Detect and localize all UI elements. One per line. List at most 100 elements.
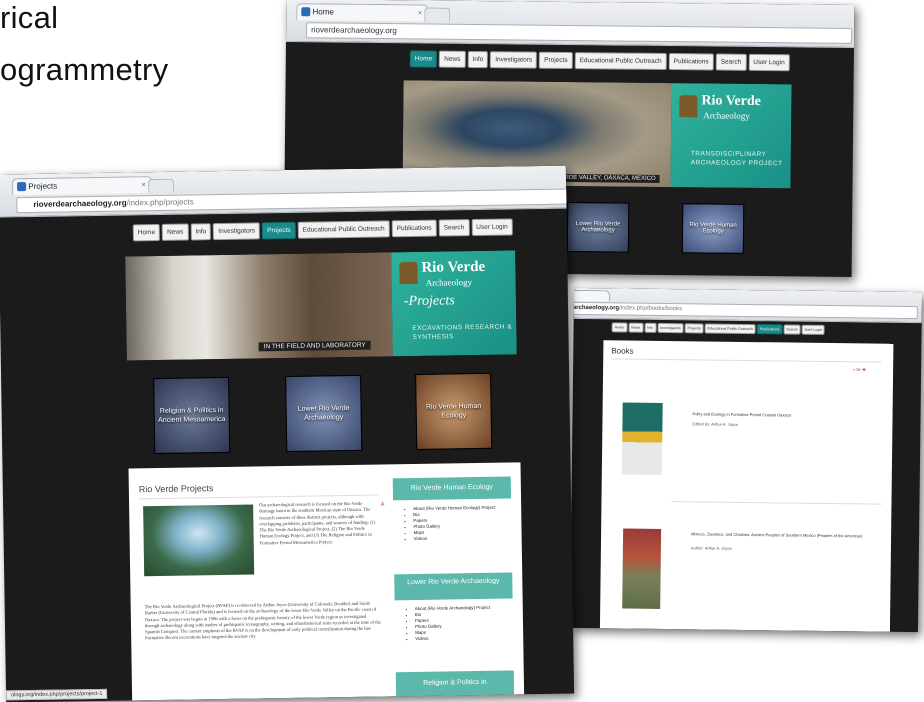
favicon-icon [17, 182, 27, 192]
logo-panel: Rio Verde Archaeology TRANSDISCIPLINARY … [670, 83, 792, 189]
address-bar[interactable]: rioverdearchaeology.org [306, 22, 853, 44]
logo-title: Rio Verde [701, 93, 761, 110]
nav-news[interactable]: News [439, 50, 466, 68]
print-email-icons[interactable]: ▪ ✉ ✚ [853, 367, 866, 373]
nav-info[interactable]: Info [467, 50, 489, 69]
hero-banner: Rio Verde Archaeology -Projects EXCAVATI… [125, 250, 517, 361]
rvap-paragraph: The Rio Verde Archaeological Project (RV… [144, 600, 381, 641]
tab-home[interactable]: Home × [296, 3, 429, 22]
browser-window-books: archaeology.org/index.php/books/books Ho… [569, 287, 923, 633]
slide-text-line-1: rical [0, 0, 59, 35]
book-cover-2[interactable] [622, 528, 662, 609]
main-nav: Home News Info Investigators Projects Ed… [132, 218, 513, 242]
banner-caption: VERDE VALLEY, OAXACA, MEXICO [552, 173, 660, 183]
book-divider [671, 501, 882, 505]
banner-tagline: TRANSDISCIPLINARY ARCHAEOLOGY PROJECT [690, 150, 783, 168]
logo-icon [399, 261, 418, 285]
page-title: Books [611, 346, 634, 356]
tab-title: Home [312, 7, 334, 17]
nav-investigators[interactable]: Investigators [490, 51, 538, 69]
browser-chrome: Projects × rioverdearchaeology.org/index… [0, 165, 575, 218]
thumb-label: Lower Rio Verde Archaeology [575, 221, 621, 234]
nav-user-login[interactable]: User Login [801, 324, 826, 335]
logo-panel: Rio Verde Archaeology -Projects EXCAVATI… [391, 250, 517, 357]
nav-user-login[interactable]: User Login [471, 218, 513, 237]
nav-publications[interactable]: Publications [756, 324, 783, 335]
thumb-lower-rio-verde[interactable]: Lower Rio Verde Archaeology [285, 374, 363, 452]
book-author-1: Edited by: Arthur A. Joyce [692, 421, 739, 427]
nav-search[interactable]: Search [715, 53, 747, 71]
print-icon[interactable]: ▲ [379, 500, 386, 507]
logo-icon [679, 95, 698, 118]
title-divider [611, 358, 882, 363]
logo-subtitle: Archaeology [425, 277, 473, 288]
sidebar-lower-rio-verde-list: About (Rio Verde Archaeology) Project Bi… [405, 604, 524, 642]
book-cover-1[interactable] [621, 402, 663, 475]
sidebar-human-ecology-list: About (Rio Verde Human Ecology) Project … [403, 504, 522, 542]
project-photo [143, 504, 255, 577]
nav-home[interactable]: Home [409, 50, 438, 68]
books-content: Books ▪ ✉ ✚ Polity and Ecology in Format… [599, 340, 894, 632]
tab-title: Projects [28, 181, 58, 192]
favicon-icon [301, 7, 311, 17]
nav-outreach[interactable]: Educational Public Outreach [704, 323, 756, 335]
nav-info[interactable]: Info [644, 322, 657, 333]
tab-books[interactable] [569, 289, 611, 302]
nav-outreach[interactable]: Educational Public Outreach [574, 52, 667, 71]
logo-subtitle: Archaeology [703, 110, 750, 121]
nav-search[interactable]: Search [783, 324, 801, 335]
new-tab-button[interactable] [424, 7, 451, 22]
nav-search[interactable]: Search [438, 219, 470, 237]
banner-tagline: EXCAVATIONS RESEARCH & SYNTHESIS [412, 323, 513, 342]
nav-home[interactable]: Home [132, 223, 161, 242]
nav-investigators[interactable]: Investigators [657, 322, 684, 334]
page-title: Rio Verde Projects [138, 483, 214, 495]
thumb-label: Lower Rio Verde Archaeology [297, 405, 350, 422]
sidebar-human-ecology-header[interactable]: Rio Verde Human Ecology [392, 476, 512, 501]
close-icon[interactable]: × [141, 177, 146, 193]
slide-text-line-2: ogrammetry [0, 52, 169, 87]
tab-projects[interactable]: Projects × [11, 176, 153, 196]
nav-investigators[interactable]: Investigators [213, 222, 261, 241]
nav-user-login[interactable]: User Login [748, 53, 790, 72]
browser-chrome: archaeology.org/index.php/books/books [569, 287, 923, 324]
browser-chrome: Home × rioverdearchaeology.org [285, 0, 855, 48]
new-tab-button[interactable] [147, 178, 175, 194]
thumb-human-ecology[interactable]: Rio Verde Human Ecology [415, 372, 493, 450]
nav-outreach[interactable]: Educational Public Outreach [297, 220, 390, 239]
url-domain: archaeology.org [572, 304, 620, 312]
sidebar-item[interactable]: Videos [414, 534, 522, 542]
nav-publications[interactable]: Publications [391, 219, 437, 238]
nav-home[interactable]: Home [611, 322, 628, 333]
sidebar-lower-rio-verde-header[interactable]: Lower Rio Verde Archaeology [394, 572, 513, 601]
status-bar: ology.org/index.php/projects/project-1 [5, 688, 108, 701]
banner-projects: -Projects [403, 293, 455, 310]
book-title-2[interactable]: Mixtecs, Zapotecs, and Chatinos: Ancient… [691, 531, 881, 538]
url-domain: rioverdearchaeology.org [33, 198, 127, 209]
sidebar-item[interactable]: Videos [415, 634, 523, 642]
nav-info[interactable]: Info [190, 223, 212, 241]
nav-news[interactable]: News [162, 223, 189, 241]
book-title-1[interactable]: Polity and Ecology in Formative Period C… [693, 411, 873, 418]
nav-projects[interactable]: Projects [684, 323, 704, 334]
title-divider [138, 494, 379, 500]
main-content: Rio Verde Projects ▲ Our archaeological … [128, 462, 525, 701]
nav-publications[interactable]: Publications [668, 53, 714, 71]
nav-projects[interactable]: Projects [261, 221, 296, 240]
thumb-label: Religion & Politics in Ancient Mesoameri… [158, 406, 226, 425]
thumb-human-ecology[interactable]: Rio Verde Human Ecology [681, 203, 745, 254]
thumb-lower-rio-verde[interactable]: Lower Rio Verde Archaeology [566, 201, 630, 253]
nav-projects[interactable]: Projects [539, 51, 573, 70]
main-nav: Home News Info Investigators Projects Ed… [611, 322, 826, 335]
thumb-label: Rio Verde Human Ecology [425, 402, 482, 420]
nav-news[interactable]: News [628, 322, 644, 333]
sidebar-religion-politics-header[interactable]: Religion & Politics in [395, 670, 515, 697]
intro-paragraph: Our archaeological research is focused o… [259, 500, 376, 546]
logo-title: Rio Verde [421, 258, 486, 276]
url-text: rioverdearchaeology.org [311, 25, 397, 36]
thumb-label: Rio Verde Human Ecology [689, 222, 737, 235]
address-bar[interactable]: archaeology.org/index.php/books/books [571, 301, 918, 320]
browser-window-projects: Projects × rioverdearchaeology.org/index… [0, 165, 575, 702]
thumb-religion-politics[interactable]: Religion & Politics in Ancient Mesoameri… [153, 376, 231, 455]
close-icon[interactable]: × [418, 5, 423, 21]
